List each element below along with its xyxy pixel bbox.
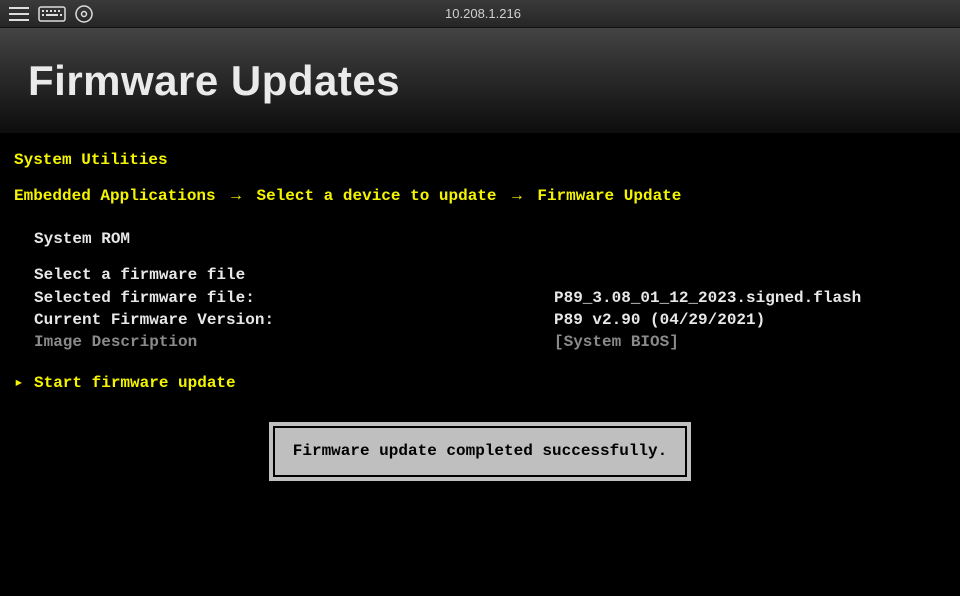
start-firmware-update-label: Start firmware update — [34, 372, 236, 394]
status-dialog[interactable]: Firmware update completed successfully. — [269, 422, 691, 480]
breadcrumb-item-firmware-update[interactable]: Firmware Update — [537, 187, 681, 205]
page-title: Firmware Updates — [28, 57, 400, 105]
breadcrumb-separator-icon: → — [506, 187, 528, 205]
top-toolbar: 10.208.1.216 — [0, 0, 960, 28]
section-title: System Utilities — [14, 149, 946, 171]
breadcrumb: Embedded Applications → Select a device … — [14, 185, 946, 207]
breadcrumb-item-select-device[interactable]: Select a device to update — [256, 187, 496, 205]
breadcrumb-item-embedded-apps[interactable]: Embedded Applications — [14, 187, 216, 205]
page-banner: Firmware Updates — [0, 28, 960, 133]
keyboard-icon[interactable] — [38, 5, 66, 23]
breadcrumb-separator-icon: → — [225, 187, 247, 205]
selection-arrow-icon: ▸ — [14, 372, 28, 394]
console-body: System Utilities Embedded Applications →… — [0, 133, 960, 481]
selected-firmware-label: Selected firmware file: — [34, 287, 554, 309]
disc-icon[interactable] — [74, 4, 94, 24]
start-firmware-update[interactable]: ▸ Start firmware update — [14, 372, 946, 394]
status-dialog-message: Firmware update completed successfully. — [273, 426, 687, 476]
image-description-label: Image Description — [34, 331, 554, 353]
current-firmware-label: Current Firmware Version: — [34, 309, 554, 331]
select-firmware-file[interactable]: Select a firmware file — [34, 264, 554, 286]
remote-ip-address: 10.208.1.216 — [102, 6, 864, 21]
hamburger-menu-icon[interactable] — [8, 5, 30, 23]
current-firmware-value: P89 v2.90 (04/29/2021) — [554, 309, 946, 331]
image-description-value: [System BIOS] — [554, 331, 946, 353]
selected-firmware-value: P89_3.08_01_12_2023.signed.flash — [554, 287, 946, 309]
device-name: System ROM — [34, 228, 946, 250]
